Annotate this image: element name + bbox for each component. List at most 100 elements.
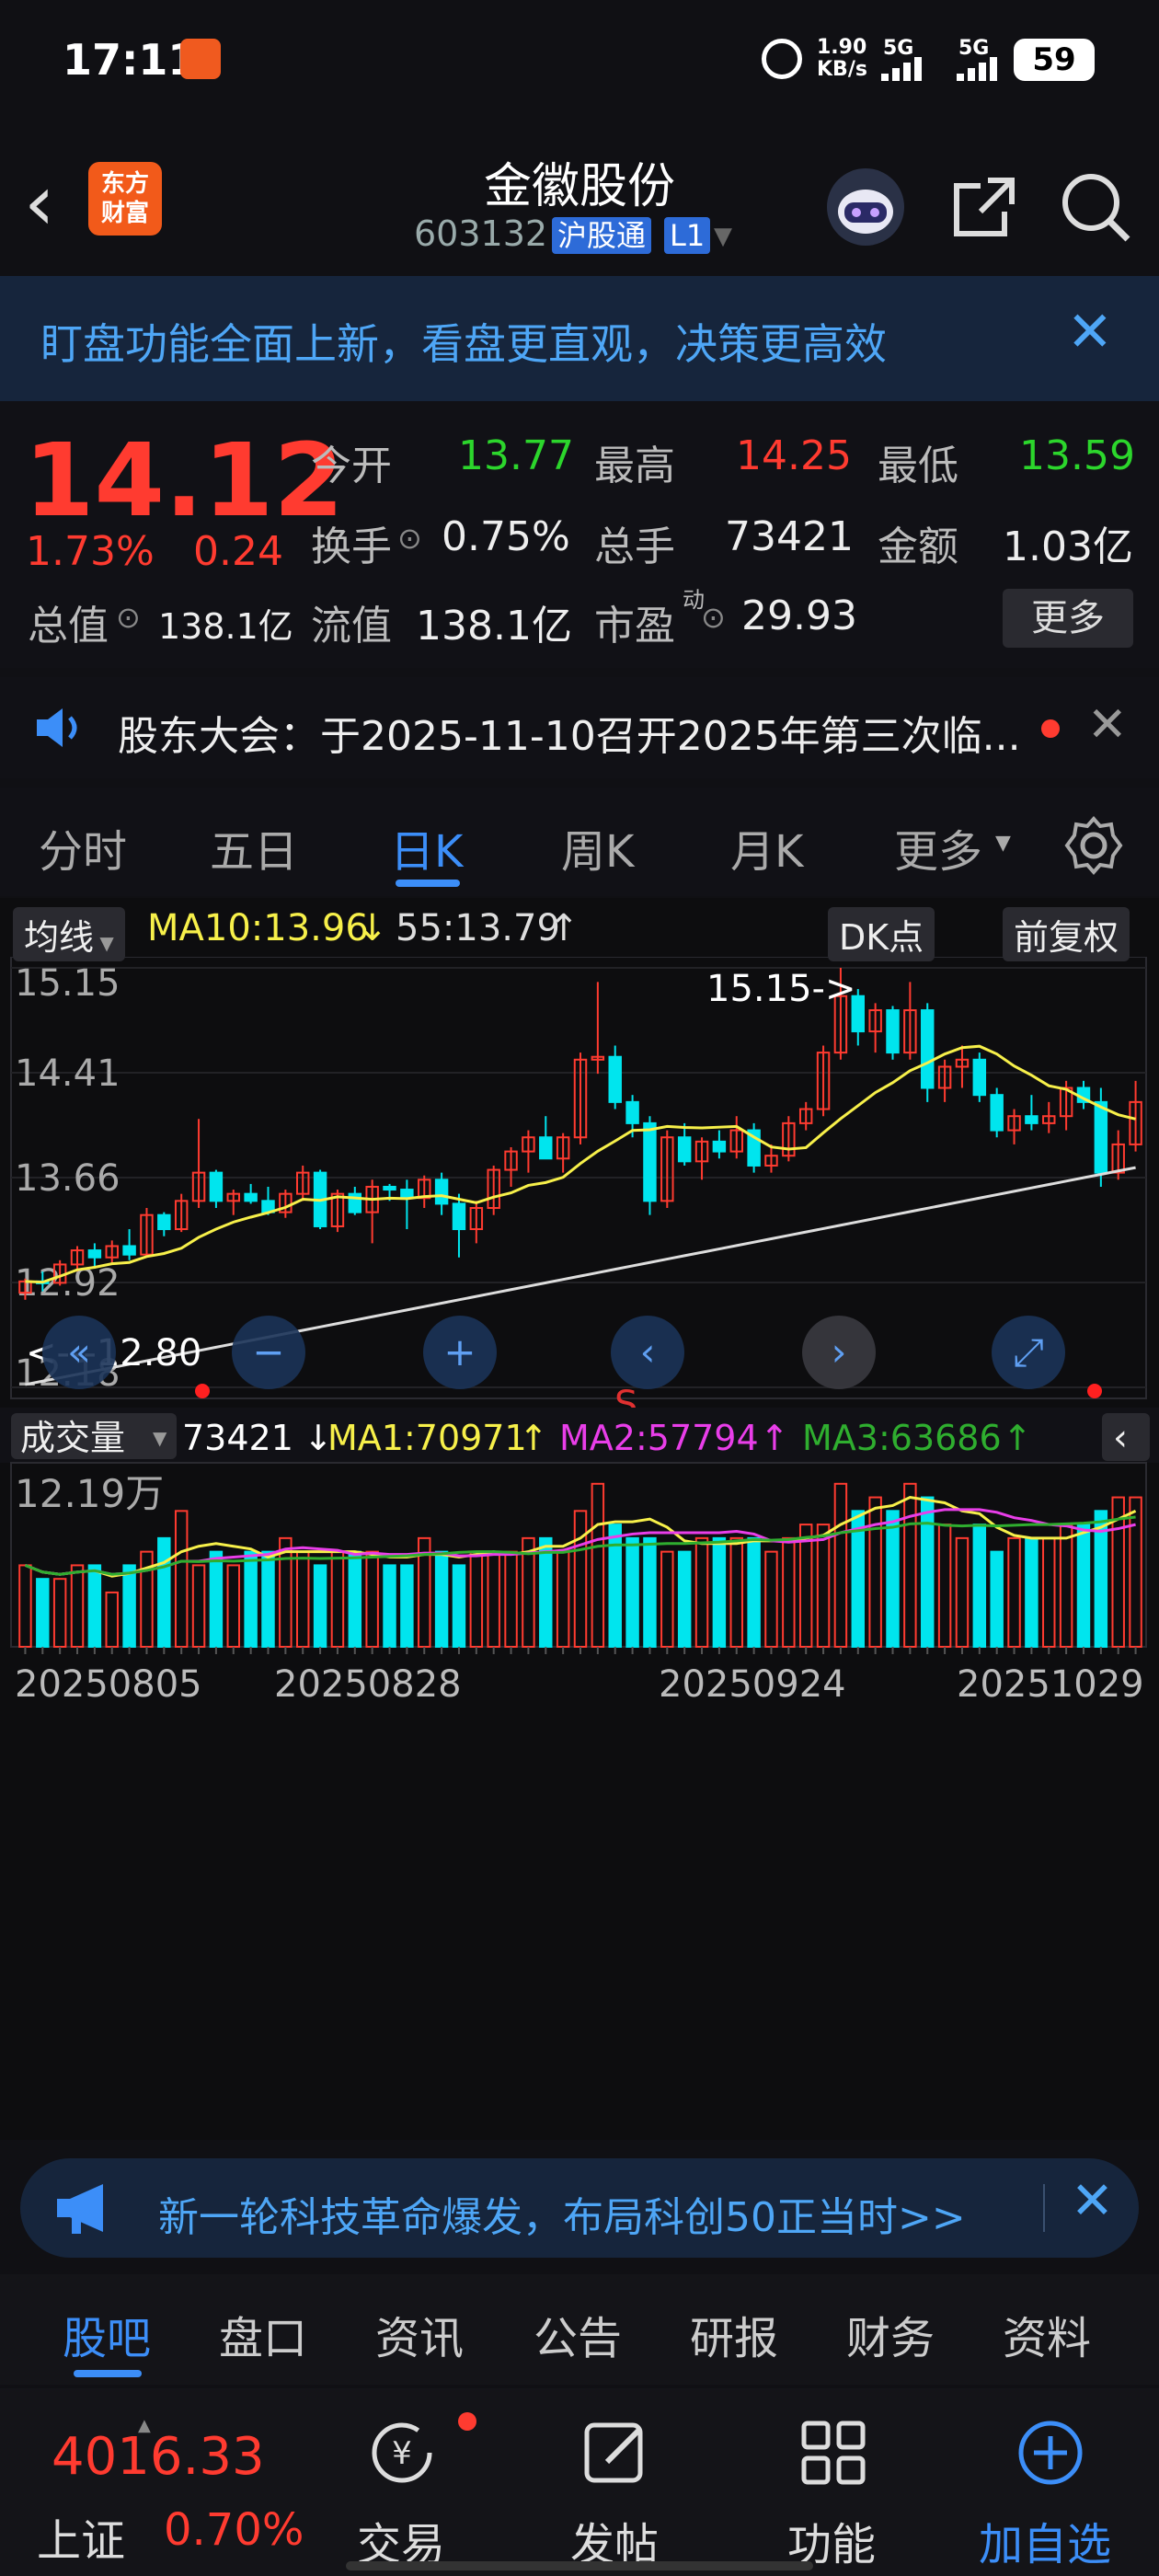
feature-banner[interactable]: 盯盘功能全面上新，看盘更直观，决策更高效 ✕ [0, 276, 1159, 401]
kline-chart[interactable]: 15.1514.4113.6612.9212.1815.15-><---12.8… [0, 957, 1159, 2140]
promo-banner[interactable]: 新一轮科技革命爆发，布局科创50正当时>> ✕ [20, 2158, 1139, 2258]
vol-ma2-value-arrow: ↑ [760, 1418, 789, 1458]
stock-code: 603132 [414, 213, 548, 254]
price-adjust-button[interactable]: 前复权 [1003, 907, 1130, 961]
tab-order-book[interactable]: 盘口 [219, 2302, 307, 2366]
marker-dot [1087, 1384, 1102, 1398]
volume-bar [1042, 1536, 1056, 1648]
volume-bar [972, 1524, 987, 1648]
volume-bar [990, 1550, 1004, 1649]
candle-body [87, 1249, 102, 1259]
info-icon[interactable]: ⊙ [116, 600, 141, 635]
home-indicator[interactable] [346, 2561, 813, 2570]
volume-bar [712, 1536, 727, 1648]
volume-bar [105, 1591, 119, 1648]
mcap-label: 总值 [28, 603, 109, 650]
nav-add-watchlist[interactable]: 加自选 [979, 2508, 1111, 2572]
close-icon[interactable]: ✕ [1087, 697, 1128, 753]
edit-icon[interactable] [580, 2416, 653, 2490]
volume-bar [921, 1496, 935, 1648]
level-tag: L1 [664, 217, 711, 254]
divider [1043, 2184, 1045, 2232]
clock: 17:11 [63, 35, 198, 85]
tab-weekly-k[interactable]: 周K [561, 815, 634, 880]
volume-bar [694, 1536, 709, 1648]
volume-bar [1059, 1524, 1073, 1648]
chevron-left-icon: ‹ [1113, 1417, 1128, 1459]
tab-daily-k[interactable]: 日K [390, 815, 463, 880]
more-button[interactable]: 更多 [1003, 589, 1133, 648]
add-watchlist-icon[interactable] [1014, 2416, 1087, 2490]
tab-more[interactable]: 更多 [894, 815, 982, 880]
tab-financials[interactable]: 财务 [846, 2302, 935, 2366]
volume-bar [122, 1564, 136, 1648]
volume-bar [1076, 1524, 1091, 1648]
candle-body [383, 1185, 396, 1191]
tab-research[interactable]: 研报 [690, 2302, 778, 2366]
tab-intraday[interactable]: 分时 [39, 815, 127, 880]
robot-assistant-icon[interactable] [824, 166, 907, 248]
volume-bar [782, 1536, 796, 1648]
ma-legend-bar: 均线 ▼ MA10:13.96 ↓ 55:13.79 ↑ DK点 前复权 [0, 898, 1159, 961]
volume-bar [660, 1550, 674, 1649]
candle-body [434, 1179, 449, 1205]
ma55-value: 55:13.79 [396, 907, 560, 949]
volume-label: 总手 [594, 523, 675, 570]
volume-bar [886, 1510, 900, 1648]
dk-point-button[interactable]: DK点 [828, 907, 935, 961]
vol-ma2-value: MA2:57794 [559, 1418, 759, 1458]
grid-icon[interactable] [797, 2416, 870, 2490]
ma10-value: MA10:13.96 [147, 907, 369, 949]
high-value: 14.25 [736, 432, 852, 479]
volume-bar [261, 1550, 275, 1649]
tab-forum[interactable]: 股吧 [63, 2302, 151, 2366]
amount-label: 金额 [878, 523, 958, 570]
tab-profile[interactable]: 资料 [1003, 2302, 1091, 2366]
trade-icon[interactable]: ¥ [361, 2416, 443, 2490]
volume-bar [1007, 1536, 1021, 1648]
volume-bar [729, 1536, 743, 1648]
candle-body [1025, 1115, 1039, 1124]
open-value: 13.77 [458, 432, 574, 479]
volume-bar [191, 1564, 206, 1648]
candle-body [608, 1055, 622, 1103]
volume-bar [313, 1564, 327, 1648]
change-amount: 0.24 [193, 528, 283, 575]
unread-dot [458, 2412, 476, 2431]
tab-news[interactable]: 资讯 [375, 2302, 464, 2366]
date-label: 20251029 [957, 1663, 1144, 1706]
notice-bar[interactable]: 股东大会：于2025-11-10召开2025年第三次临... ✕ [0, 677, 1159, 778]
ma-selector[interactable]: 均线 ▼ [13, 907, 125, 961]
candle-body [157, 1213, 171, 1231]
volume-bar [504, 1550, 518, 1649]
info-icon[interactable]: ⊙ [397, 521, 422, 556]
volume-bar [573, 1510, 588, 1648]
close-icon[interactable]: ✕ [1067, 300, 1113, 364]
active-subtab-indicator [74, 2370, 142, 2377]
chart-control-icon: › [832, 1329, 847, 1374]
vol-ma3-value: MA3:63686 [802, 1418, 1002, 1458]
volume-bar [625, 1536, 639, 1648]
tab-monthly-k[interactable]: 月K [730, 815, 803, 880]
gear-icon[interactable] [1061, 813, 1126, 878]
low-label: 最低 [878, 443, 958, 489]
tab-announcements[interactable]: 公告 [534, 2302, 622, 2366]
tab-five-day[interactable]: 五日 [210, 815, 298, 880]
chevron-down-icon[interactable]: ▼ [714, 223, 732, 250]
vol-ma2-line [24, 1508, 1136, 1576]
index-value[interactable]: 4016.33 [52, 2427, 265, 2487]
volume-bar [937, 1524, 952, 1648]
close-icon[interactable]: ✕ [1071, 2171, 1114, 2231]
banner-text: 盯盘功能全面上新，看盘更直观，决策更高效 [40, 319, 887, 369]
info-icon[interactable]: ⊙ [701, 600, 726, 635]
search-icon[interactable] [1054, 166, 1137, 248]
net-speed: 1.90 KB/s [817, 36, 867, 81]
volume-bar [383, 1564, 396, 1648]
volume-bar [556, 1550, 570, 1649]
candle-body [244, 1192, 258, 1202]
quote-panel: 14.12 1.73% 0.24 今开 13.77 最高 14.25 最低 13… [0, 401, 1159, 668]
volume-bar [677, 1550, 692, 1649]
float-label: 流值 [311, 603, 392, 650]
period-tabs: 分时 五日 日K 周K 月K 更多 ▼ [0, 788, 1159, 896]
share-icon[interactable] [944, 166, 1027, 248]
